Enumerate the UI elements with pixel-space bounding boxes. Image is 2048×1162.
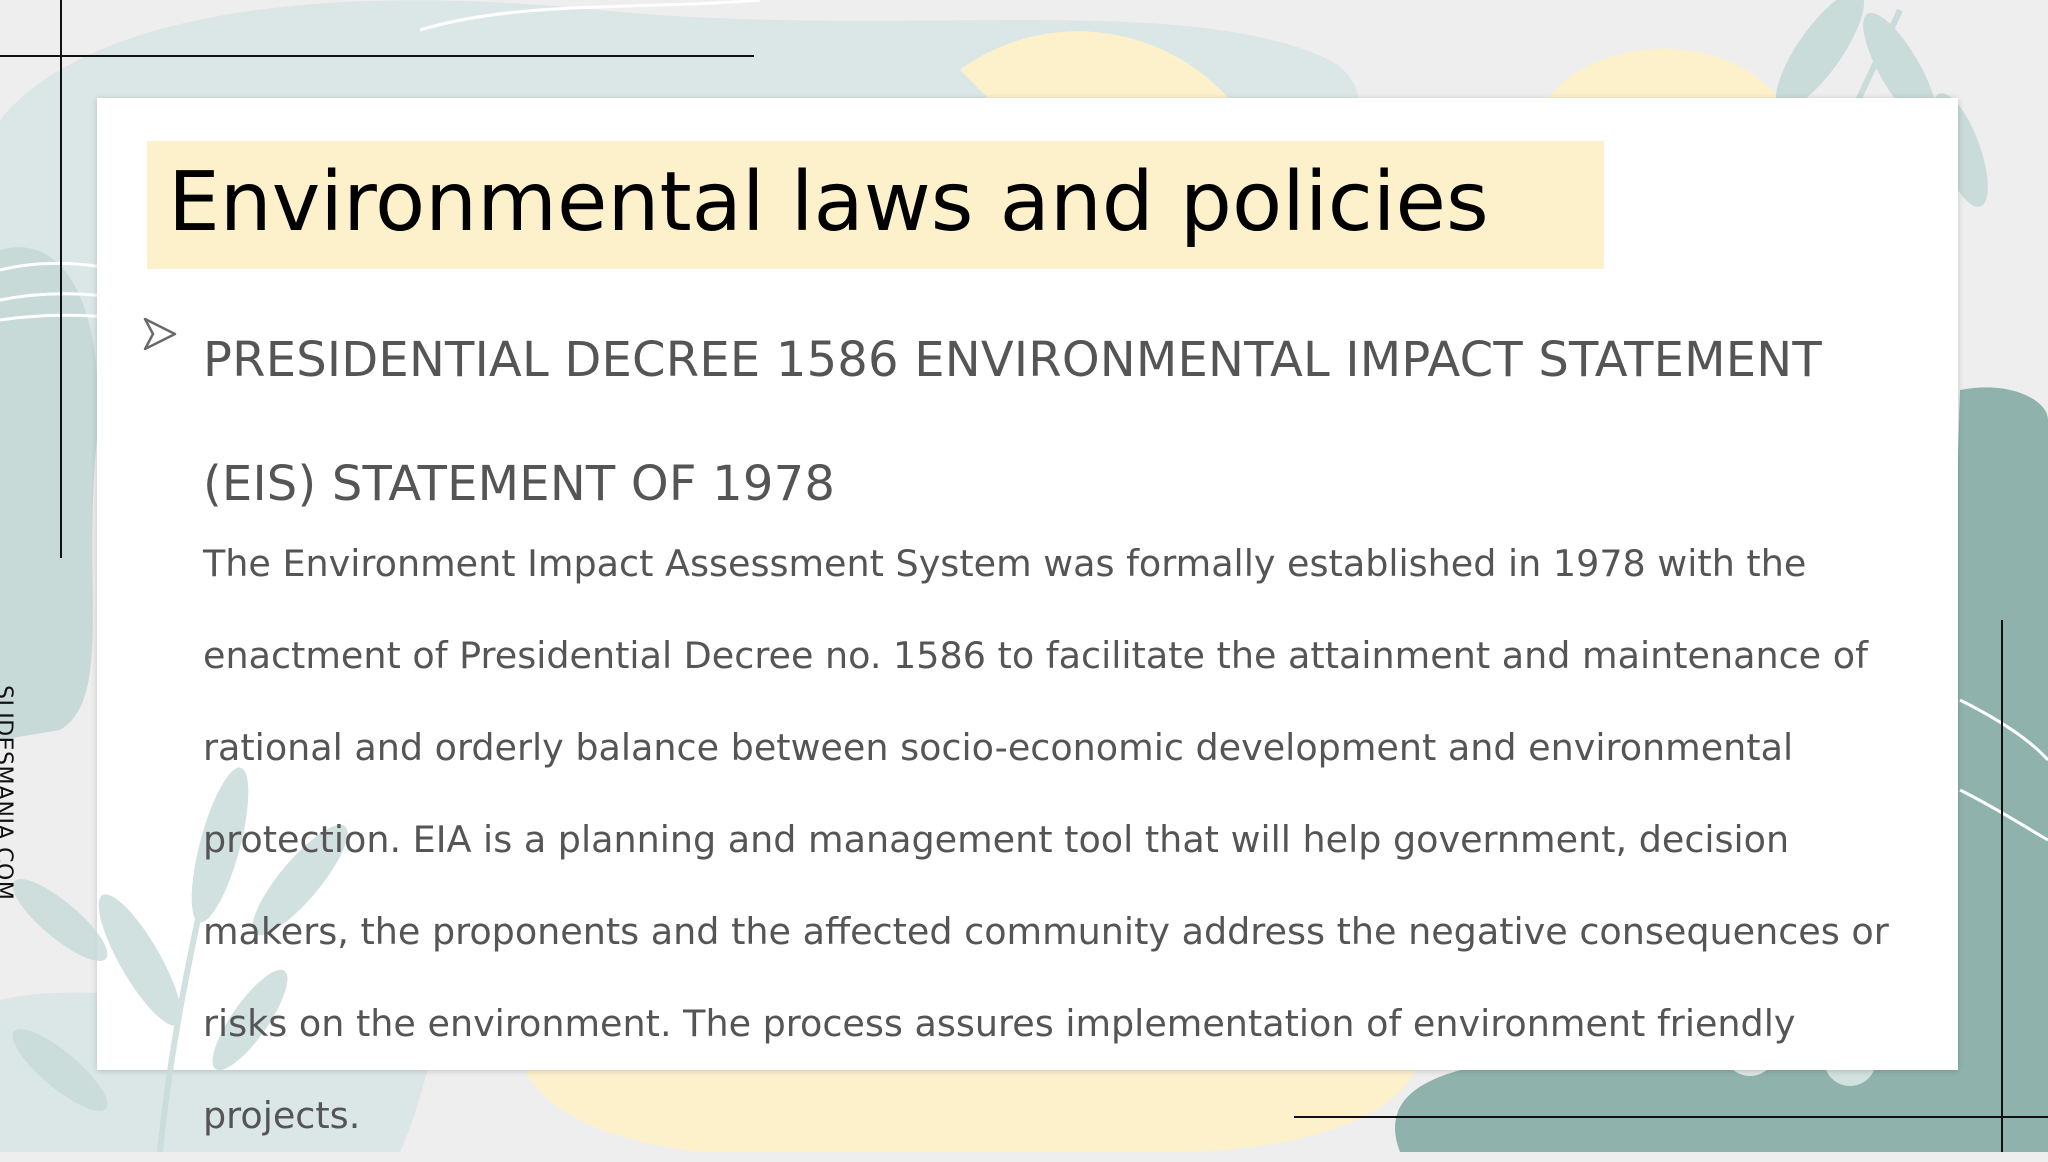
corner-line-bottom-vertical: [2001, 620, 2003, 1152]
slide-title: Environmental laws and policies: [168, 155, 1489, 250]
corner-line-top-horizontal: [0, 55, 754, 57]
arrow-bullet-icon: [143, 317, 177, 351]
body-paragraph: The Environment Impact Assessment System…: [203, 542, 1889, 1137]
watermark-text: SLIDESMANIA.COM: [0, 685, 16, 901]
sage-blob-left: [0, 247, 99, 740]
bullet-heading: PRESIDENTIAL DECREE 1586 ENVIRONMENTAL I…: [203, 332, 1822, 512]
corner-line-top-vertical: [60, 0, 62, 558]
corner-line-bottom-horizontal: [1294, 1116, 2048, 1118]
